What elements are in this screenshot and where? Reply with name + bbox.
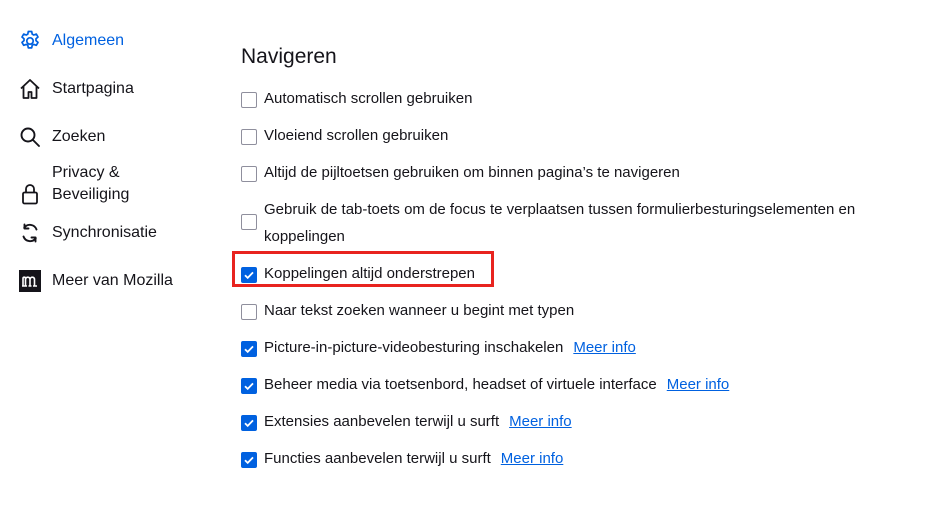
checkbox[interactable] [241,341,257,357]
meer-info-link[interactable]: Meer info [573,334,636,361]
option-label: Koppelingen altijd onderstrepen [264,265,475,282]
option-label: Gebruik de tab-toets om de focus te verp… [264,201,856,245]
lock-icon [18,182,42,206]
checkmark-icon [244,419,254,428]
checkmark-icon [244,382,254,391]
checkmark-icon [244,345,254,354]
option-koppelingen-onderstrepen: Koppelingen altijd onderstrepen [241,264,901,287]
sidebar: Algemeen Startpagina Zoeken Privacy & Be… [0,0,220,518]
gear-icon [18,29,42,53]
sync-icon [18,221,42,245]
checkbox[interactable] [241,166,257,182]
option-functies-aanbevelen: Functies aanbevelen terwijl u surft Meer… [241,449,901,472]
checkbox[interactable] [241,452,257,468]
sidebar-item-algemeen[interactable]: Algemeen [18,29,182,53]
option-tekst-zoeken: Naar tekst zoeken wanneer u begint met t… [241,301,901,324]
option-label: Altijd de pijltoetsen gebruiken om binne… [264,164,680,181]
sidebar-item-label: Synchronisatie [52,224,157,241]
option-label: Functies aanbevelen terwijl u surft [264,450,491,467]
sidebar-item-label: Meer van Mozilla [52,272,173,289]
option-tab-toets: Gebruik de tab-toets om de focus te verp… [241,200,901,250]
sidebar-item-synchronisatie[interactable]: Synchronisatie [18,221,182,245]
option-automatisch-scrollen: Automatisch scrollen gebruiken [241,89,901,112]
option-label: Vloeiend scrollen gebruiken [264,127,449,144]
checkmark-icon [244,456,254,465]
sidebar-item-startpagina[interactable]: Startpagina [18,77,182,101]
option-extensies-aanbevelen: Extensies aanbevelen terwijl u surft Mee… [241,412,901,435]
checkbox[interactable] [241,92,257,108]
option-picture-in-picture: Picture-in-picture-videobesturing inscha… [241,338,901,361]
option-beheer-media: Beheer media via toetsenbord, headset of… [241,375,901,398]
sidebar-item-privacy[interactable]: Privacy & Beveiliging [18,162,182,206]
checkbox[interactable] [241,267,257,283]
meer-info-link[interactable]: Meer info [667,371,730,398]
mozilla-icon [18,269,42,293]
meer-info-link[interactable]: Meer info [501,445,564,472]
option-label: Beheer media via toetsenbord, headset of… [264,376,657,393]
checkbox[interactable] [241,415,257,431]
checkbox[interactable] [241,214,257,230]
option-pijltoetsen: Altijd de pijltoetsen gebruiken om binne… [241,163,901,186]
section-title: Navigeren [241,45,337,68]
checkbox[interactable] [241,129,257,145]
meer-info-link[interactable]: Meer info [509,408,572,435]
option-label: Picture-in-picture-videobesturing inscha… [264,339,564,356]
sidebar-item-label: Zoeken [52,128,106,145]
search-icon [18,125,42,149]
sidebar-item-label: Algemeen [52,32,125,49]
sidebar-item-label: Startpagina [52,80,134,97]
option-label: Extensies aanbevelen terwijl u surft [264,413,500,430]
option-vloeiend-scrollen: Vloeiend scrollen gebruiken [241,126,901,149]
option-label: Automatisch scrollen gebruiken [264,90,473,107]
checkbox[interactable] [241,304,257,320]
sidebar-item-zoeken[interactable]: Zoeken [18,125,182,149]
option-label: Naar tekst zoeken wanneer u begint met t… [264,302,575,319]
main-content: Navigeren Automatisch scrollen gebruiken… [241,0,931,518]
home-icon [18,77,42,101]
settings-page: Algemeen Startpagina Zoeken Privacy & Be… [0,0,952,518]
sidebar-item-label: Privacy & Beveiliging [52,164,130,203]
sidebar-item-meer-van-mozilla[interactable]: Meer van Mozilla [18,269,182,293]
checkbox[interactable] [241,378,257,394]
checkmark-icon [244,271,254,280]
